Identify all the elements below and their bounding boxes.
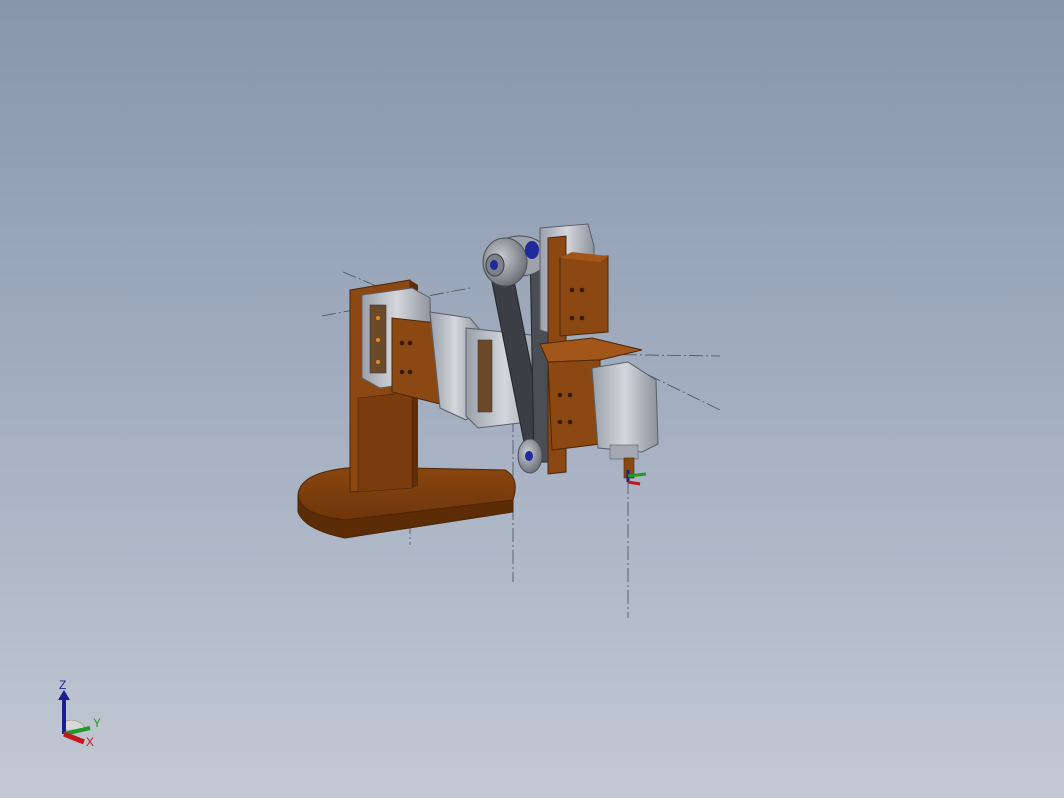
orientation-triad[interactable]: Z Y X xyxy=(48,676,112,752)
x-axis-label: X xyxy=(86,735,94,749)
y-axis-label: Y xyxy=(93,716,101,730)
robot-arm-model[interactable] xyxy=(0,0,1064,798)
x-axis-arrow xyxy=(63,731,85,745)
cad-viewport[interactable]: Z Y X xyxy=(0,0,1064,798)
z-axis-label: Z xyxy=(59,678,66,692)
wrist-servo[interactable] xyxy=(591,361,659,479)
bottom-pulley[interactable] xyxy=(517,438,543,474)
